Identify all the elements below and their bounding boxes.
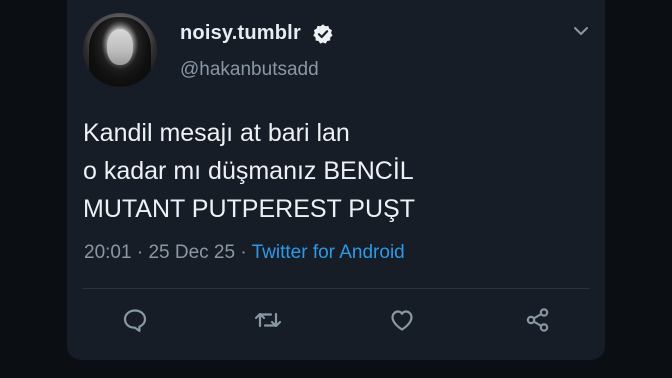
heart-icon bbox=[391, 310, 413, 331]
meta-separator: · bbox=[240, 242, 252, 263]
divider bbox=[83, 288, 589, 289]
display-name[interactable]: noisy.tumblr bbox=[180, 22, 301, 45]
verified-badge-icon bbox=[313, 24, 333, 44]
tweet-meta: 20:01 · 25 Dec 25 · Twitter for Android bbox=[84, 242, 405, 264]
screen: noisy.tumblr @hakanbutsadd Kandil mesajı… bbox=[0, 0, 672, 378]
tweet-text-line: MUTANT PUTPEREST PUŞT bbox=[83, 195, 415, 223]
chevron-down-icon[interactable] bbox=[572, 24, 590, 38]
share-button[interactable] bbox=[522, 304, 554, 336]
retweet-icon bbox=[254, 312, 282, 328]
avatar[interactable] bbox=[83, 13, 157, 87]
tweet-date: 25 Dec 25 bbox=[148, 242, 236, 263]
tweet-text: Kandil mesajı at bari lan o kadar mı düş… bbox=[83, 114, 583, 228]
meta-separator: · bbox=[136, 242, 149, 263]
reply-icon bbox=[123, 309, 147, 332]
reply-button[interactable] bbox=[119, 304, 151, 336]
retweet-button[interactable] bbox=[252, 304, 284, 336]
tweet-card[interactable]: noisy.tumblr @hakanbutsadd Kandil mesajı… bbox=[67, 0, 605, 360]
user-handle[interactable]: @hakanbutsadd bbox=[180, 59, 319, 81]
tweet-source-link[interactable]: Twitter for Android bbox=[252, 242, 405, 263]
tweet-text-line: Kandil mesajı at bari lan bbox=[83, 119, 350, 147]
like-button[interactable] bbox=[386, 304, 418, 336]
avatar-face bbox=[107, 29, 133, 65]
tweet-text-line: o kadar mı düşmanız BENCİL bbox=[83, 157, 414, 185]
share-icon bbox=[526, 308, 549, 332]
tweet-time: 20:01 bbox=[84, 242, 132, 263]
tweet-actions bbox=[67, 304, 605, 338]
